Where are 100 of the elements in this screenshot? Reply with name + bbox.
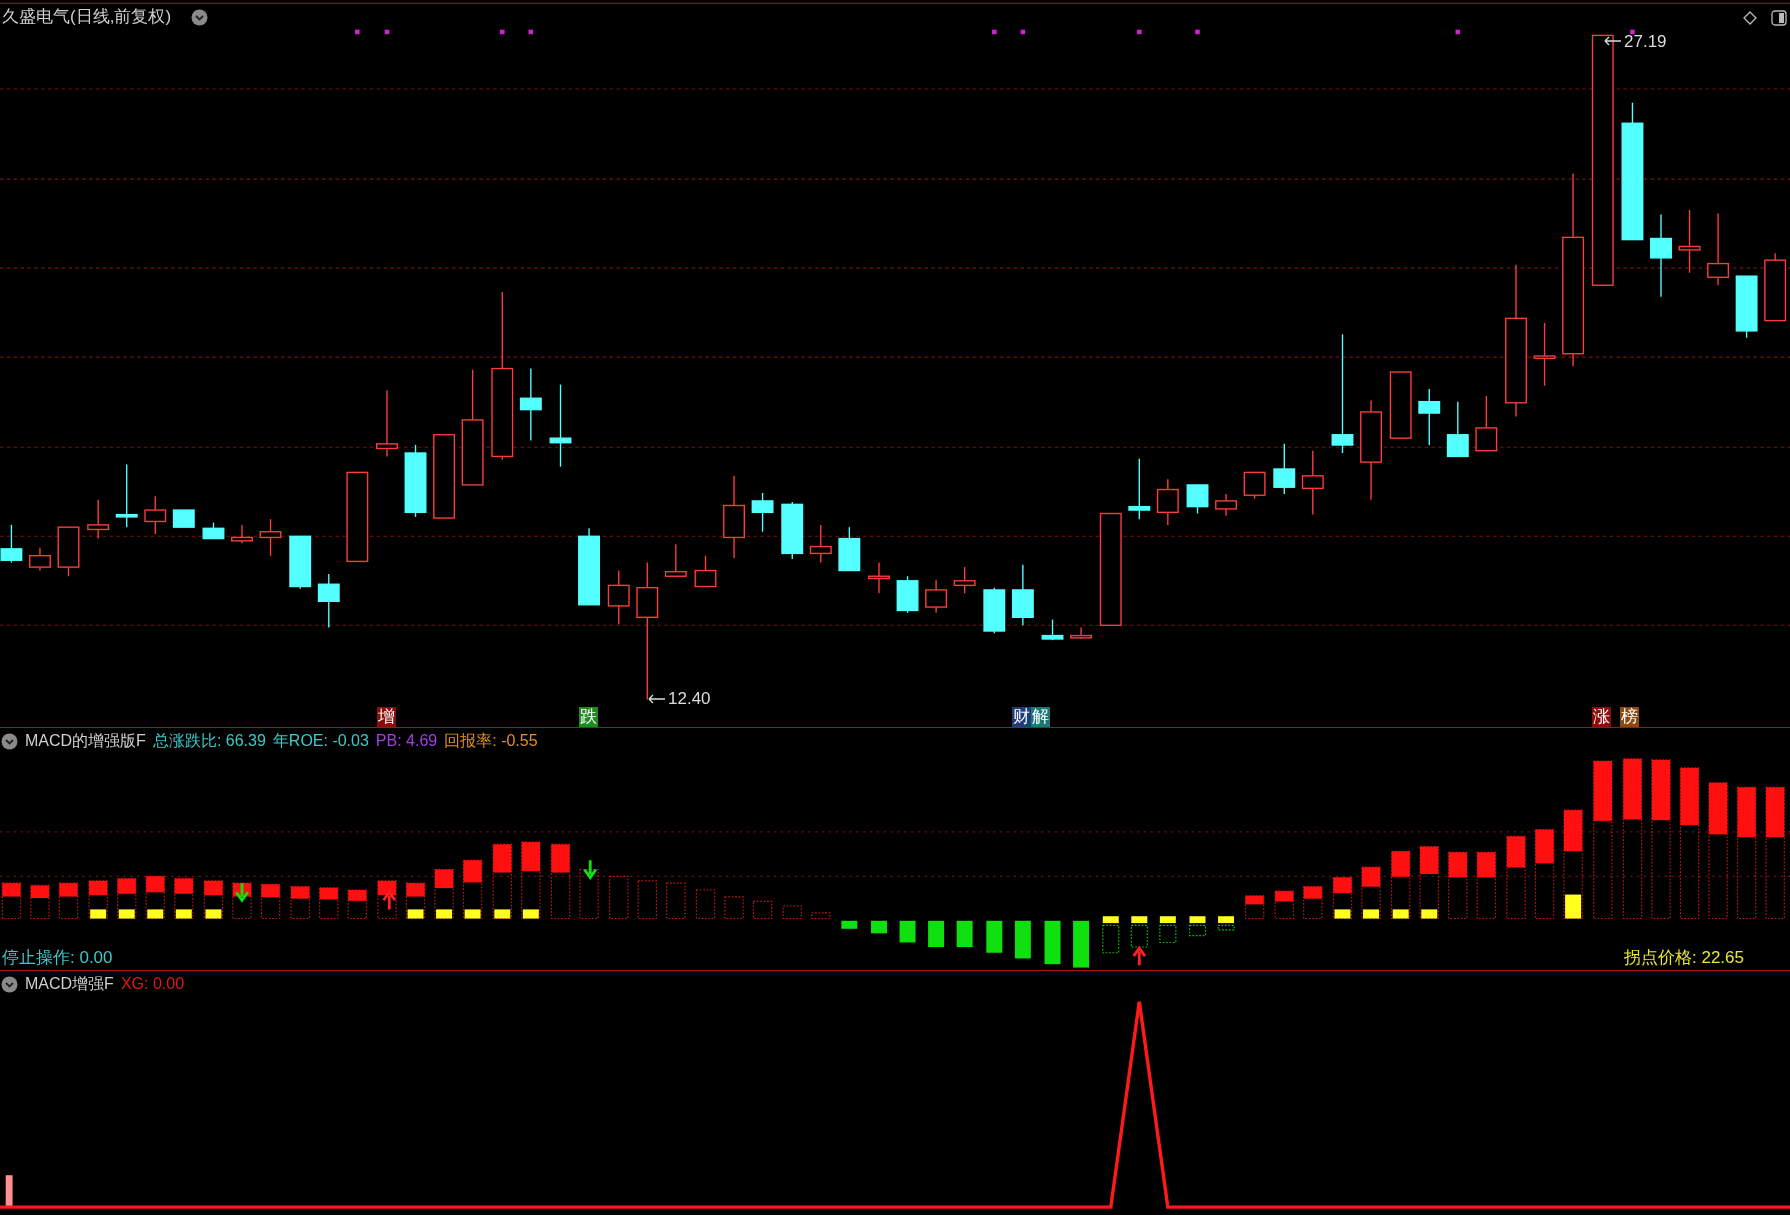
candlestick: [1764, 252, 1787, 322]
candlestick: [664, 543, 687, 577]
histogram-bar: [928, 920, 945, 948]
candlestick: [1243, 471, 1266, 500]
histogram-bar: [899, 920, 916, 943]
histogram-bar: [1476, 851, 1497, 920]
event-tag[interactable]: 榜: [1620, 707, 1639, 727]
histogram-bar: [1014, 920, 1031, 959]
candlestick: [809, 524, 832, 564]
candlestick: [896, 575, 919, 614]
chevron-down-icon[interactable]: [1, 976, 18, 993]
histogram-bar: [956, 920, 973, 948]
candlestick: [751, 492, 774, 533]
stop-operation-readout: 停止操作: 0.00: [2, 948, 113, 968]
histogram-bar: [174, 878, 194, 920]
histogram-bar: [203, 880, 224, 920]
histogram-bar: [752, 900, 773, 920]
histogram-bar: [1102, 916, 1120, 954]
histogram-bar: [145, 875, 165, 920]
candlestick: [1418, 388, 1441, 446]
event-tag[interactable]: 跌: [579, 707, 598, 727]
histogram-bar: [1130, 916, 1148, 948]
candlestick: [868, 561, 890, 595]
panel-toggle-icon[interactable]: [1771, 10, 1787, 26]
histogram-bar: [986, 920, 1003, 953]
candlestick: [57, 526, 80, 577]
indicator-readout: 回报率: -0.55: [444, 731, 538, 751]
candlestick: [1156, 478, 1179, 526]
event-tag[interactable]: 增: [377, 707, 396, 727]
event-tag[interactable]: 涨: [1592, 707, 1611, 727]
down-arrow-icon: [234, 881, 250, 903]
indicator-readout: XG: 0.00: [120, 974, 185, 994]
candlestick: [1389, 371, 1412, 439]
candlestick: [1273, 443, 1296, 495]
histogram-bar: [811, 912, 831, 920]
candlestick: [1475, 395, 1498, 452]
chevron-down-icon[interactable]: [1, 733, 18, 750]
candlestick: [259, 518, 282, 557]
arrow-left-icon: [648, 694, 666, 704]
candlestick: [1533, 322, 1556, 387]
histogram-bar: [405, 882, 426, 920]
candlestick: [289, 535, 312, 590]
candlestick: [202, 521, 225, 540]
down-arrow-icon: [583, 858, 598, 880]
candlestick: [781, 501, 804, 560]
signal-bar: [5, 1175, 13, 1208]
histogram-bar: [1274, 890, 1294, 920]
histogram-bar: [117, 878, 137, 920]
histogram-bar: [347, 889, 367, 920]
histogram-bar: [319, 887, 339, 920]
candlestick: [115, 463, 138, 528]
histogram-bar: [462, 859, 483, 920]
candlestick: [231, 524, 253, 544]
histogram-bar: [1361, 866, 1381, 920]
indicator-readout: PB: 4.69: [375, 731, 438, 751]
candlestick: [1215, 493, 1237, 517]
histogram-bar: [841, 920, 858, 929]
chevron-down-icon[interactable]: [191, 9, 208, 26]
histogram-bar: [1332, 876, 1353, 920]
histogram-bar: [782, 905, 802, 920]
candlestick: [953, 566, 976, 595]
candlestick: [1678, 209, 1701, 274]
candlestick: [172, 509, 195, 528]
indicator-readout: 总涨跌比: 66.39: [152, 731, 266, 751]
histogram-bar: [695, 889, 716, 920]
candlestick: [87, 499, 110, 540]
histogram-bar: [88, 880, 108, 920]
chart-title: 久盛电气(日线,前复权): [2, 6, 172, 28]
diamond-icon[interactable]: [1743, 11, 1757, 25]
event-tag[interactable]: 解: [1031, 707, 1050, 727]
histogram-bar: [1159, 916, 1177, 944]
arrow-left-icon: [1604, 36, 1622, 46]
histogram-bar: [666, 882, 686, 920]
up-arrow-icon: [382, 889, 397, 911]
candlestick: [694, 555, 717, 588]
candlestick: [1128, 458, 1151, 520]
histogram-bar: [1188, 916, 1207, 937]
histogram-bar: [1044, 920, 1061, 965]
candlestick: [1446, 400, 1469, 458]
histogram-bar: [58, 882, 79, 920]
histogram-bar: [637, 880, 657, 920]
candlestick: [1186, 484, 1209, 515]
candlestick: [376, 389, 398, 458]
candlestick: [1011, 564, 1034, 626]
candlestick: [0, 524, 23, 564]
candlestick: [925, 578, 948, 614]
candlestick: [838, 526, 861, 572]
up-arrow-icon: [1132, 945, 1147, 967]
histogram-bar: [290, 886, 310, 920]
indicator-title: MACD增强F: [25, 974, 114, 994]
histogram-bar: [1, 882, 22, 920]
histogram-bar: [579, 868, 599, 920]
candlestick: [317, 573, 340, 629]
histogram-bar: [1244, 895, 1265, 920]
histogram-bar: [260, 883, 281, 920]
histogram-bar: [609, 875, 629, 920]
event-tag[interactable]: 财: [1012, 707, 1031, 727]
histogram-bar: [434, 868, 454, 920]
histogram-bar: [1448, 851, 1468, 920]
histogram-bar: [30, 884, 50, 920]
